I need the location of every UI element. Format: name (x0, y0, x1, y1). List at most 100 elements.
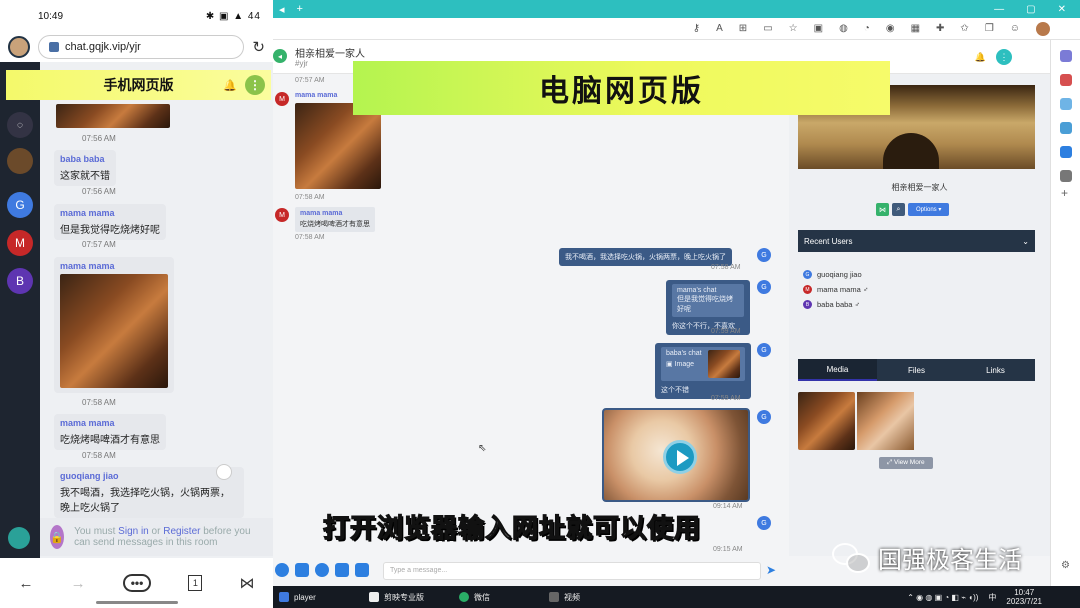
attachment-icon[interactable] (355, 563, 369, 577)
reload-icon[interactable]: ↻ (252, 38, 265, 56)
user-row[interactable]: B baba baba ♂ (803, 297, 868, 312)
login-or: or (151, 526, 161, 537)
extension-icon[interactable]: ▣ (814, 23, 823, 34)
app-icon[interactable] (1060, 170, 1072, 182)
search-icon[interactable]: ⌕ (892, 203, 905, 216)
menu-dots-icon[interactable]: ••• (122, 574, 152, 592)
app-icon[interactable] (1060, 98, 1072, 110)
user-avatar[interactable] (8, 36, 30, 58)
send-icon[interactable]: ➤ (766, 563, 776, 577)
my-avatar[interactable]: G (757, 280, 771, 294)
puzzle-icon[interactable]: ✚ (936, 23, 944, 34)
sender-avatar[interactable]: M (275, 208, 289, 222)
scroll-handle[interactable] (216, 464, 232, 480)
extension-icon[interactable]: ◍ (839, 23, 848, 34)
forward-arrow-icon[interactable]: → (71, 575, 86, 592)
emoji-icon[interactable] (315, 563, 329, 577)
my-avatar[interactable]: G (757, 343, 771, 357)
add-icon[interactable]: + (1061, 186, 1068, 200)
taskbar-item[interactable]: 剪映专业版 (363, 586, 453, 608)
my-avatar[interactable]: G (757, 248, 771, 262)
tab-links[interactable]: Links (956, 359, 1035, 381)
reader-icon[interactable]: ▭ (763, 23, 772, 34)
user-row[interactable]: G guoqiang jiao (803, 267, 868, 282)
play-icon[interactable] (663, 440, 697, 474)
share-icon[interactable]: ⋈ (239, 574, 254, 592)
extension-icon[interactable]: ▦ (911, 23, 920, 34)
file-icon[interactable] (295, 563, 309, 577)
favorites-icon[interactable]: ✩ (960, 23, 968, 34)
message-image[interactable] (60, 274, 168, 388)
tabs-count[interactable]: 1 (188, 575, 203, 591)
watermark-text: 国强极客生活 (878, 547, 1022, 574)
video-message[interactable] (602, 408, 750, 502)
settings-icon[interactable]: ⚙ (1061, 560, 1070, 571)
search-icon[interactable] (1060, 50, 1072, 62)
group-icon[interactable]: ◂ (273, 49, 287, 63)
rail-avatar-b[interactable]: B (7, 268, 33, 294)
bell-icon[interactable]: 🔔 (223, 79, 237, 92)
tools-icon[interactable] (1060, 74, 1072, 86)
profile-avatar[interactable] (1036, 21, 1050, 36)
view-more-button[interactable]: ⤢ View More (879, 457, 933, 469)
message-image[interactable] (56, 104, 170, 128)
translate-icon[interactable]: ⊞ (739, 23, 747, 34)
sender-name[interactable]: mama mama (60, 418, 160, 428)
key-icon[interactable]: ⚷ (693, 23, 700, 34)
my-avatar[interactable]: G (757, 410, 771, 424)
sender-avatar[interactable]: M (275, 92, 289, 106)
back-arrow-icon[interactable]: ← (19, 575, 34, 592)
chat-bubble-icon[interactable]: ◌ (7, 112, 33, 138)
add-icon[interactable] (275, 563, 289, 577)
taskbar-item[interactable]: 视频 (543, 586, 633, 608)
clock[interactable]: 10:47 2023/7/21 (1006, 588, 1042, 606)
rail-avatar-g[interactable]: G (7, 192, 33, 218)
quoted-reply[interactable]: mama's chat 但是我觉得吃烧烤好呢 (672, 284, 744, 317)
sender-name[interactable]: mama mama (300, 210, 370, 217)
message-input[interactable]: Type a message... (383, 562, 761, 580)
document-icon[interactable] (335, 563, 349, 577)
message-image[interactable] (295, 103, 381, 189)
app-icon[interactable] (1060, 122, 1072, 134)
sender-name[interactable]: mama mama (60, 261, 168, 271)
tab-files[interactable]: Files (877, 359, 956, 381)
current-user-avatar[interactable] (8, 527, 30, 549)
options-button[interactable]: Options ▾ (908, 203, 950, 216)
media-thumbnail[interactable] (798, 392, 855, 450)
collections-icon[interactable]: ❐ (985, 23, 994, 34)
user-row[interactable]: M mama mama ♂ (803, 282, 868, 297)
more-options-icon[interactable]: ⋮ (245, 75, 265, 95)
address-field[interactable]: chat.gqjk.vip/yjr (38, 35, 245, 59)
sign-in-link[interactable]: Sign in (118, 526, 149, 537)
outlook-icon[interactable] (1060, 146, 1072, 158)
extension-icon[interactable]: ◔ (864, 23, 870, 34)
share-icon[interactable]: ⋈ (876, 203, 889, 216)
register-link[interactable]: Register (163, 526, 200, 537)
taskbar-item[interactable]: 微信 (453, 586, 543, 608)
sender-name[interactable]: mama mama (60, 208, 160, 218)
tab-media[interactable]: Media (798, 359, 877, 381)
quoted-reply[interactable]: baba's chat ▣ Image (661, 347, 745, 381)
sender-name[interactable]: guoqiang jiao (60, 471, 238, 481)
new-tab-icon[interactable]: + (297, 3, 303, 15)
tray-icons[interactable]: ⌃ ◉ ◍ ▣ ◔ ◧ ⌁ ◖)) (907, 593, 978, 602)
minimize-icon[interactable]: — (994, 4, 1004, 15)
close-icon[interactable]: ✕ (1058, 4, 1066, 15)
recent-users-header[interactable]: Recent Users ⌄ (798, 230, 1035, 252)
rail-avatar-m[interactable]: M (7, 230, 33, 256)
sender-name[interactable]: baba baba (60, 154, 110, 164)
maximize-icon[interactable]: ▢ (1026, 4, 1035, 15)
more-options-icon[interactable]: ⋮ (996, 49, 1012, 65)
chat-title[interactable]: 相亲相爱一家人 (295, 45, 365, 60)
read-aloud-icon[interactable]: A (716, 23, 723, 34)
extension-icon[interactable]: ◉ (886, 23, 895, 34)
taskbar-item[interactable]: player (273, 586, 363, 608)
bell-icon[interactable]: 🔔 (975, 52, 986, 63)
profile-icon[interactable]: ☺ (1010, 23, 1020, 34)
tab-back-icon[interactable]: ◂ (279, 3, 285, 16)
my-avatar[interactable]: G (757, 516, 771, 530)
favorite-icon[interactable]: ☆ (789, 23, 798, 34)
group-avatar[interactable] (7, 148, 33, 174)
ime-indicator[interactable]: 中 (988, 592, 996, 603)
media-thumbnail[interactable] (857, 392, 914, 450)
